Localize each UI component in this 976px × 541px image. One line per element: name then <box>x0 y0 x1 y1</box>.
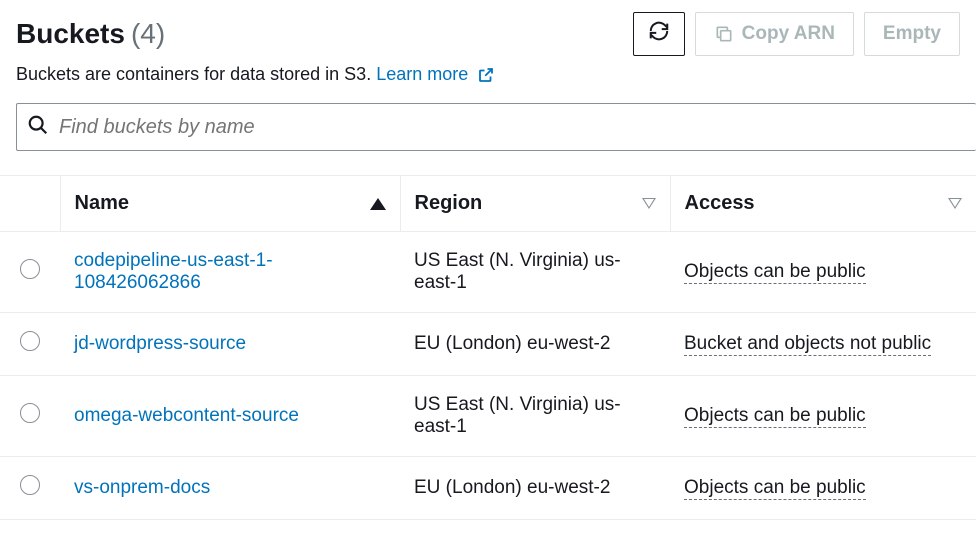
access-cell: Objects can be public <box>670 232 976 313</box>
row-radio[interactable] <box>20 475 40 495</box>
table-row: omega-webcontent-source US East (N. Virgi… <box>0 376 976 457</box>
row-radio[interactable] <box>20 259 40 279</box>
region-cell: US East (N. Virginia) us-east-1 <box>400 376 670 457</box>
access-cell: Bucket and objects not public <box>670 313 976 376</box>
access-cell: Objects can be public <box>670 457 976 520</box>
description: Buckets are containers for data stored i… <box>0 64 976 103</box>
region-cell: EU (London) eu-west-2 <box>400 313 670 376</box>
learn-more-link[interactable]: Learn more <box>376 64 495 84</box>
access-text[interactable]: Bucket and objects not public <box>684 333 931 356</box>
description-text: Buckets are containers for data stored i… <box>16 64 376 84</box>
bucket-name-link[interactable]: jd-wordpress-source <box>74 333 246 354</box>
bucket-count: (4) <box>131 18 165 50</box>
column-select <box>0 176 60 232</box>
copy-icon <box>714 24 734 44</box>
refresh-button[interactable] <box>633 12 685 56</box>
region-cell: EU (London) eu-west-2 <box>400 457 670 520</box>
external-link-icon <box>477 66 495 84</box>
empty-label: Empty <box>883 23 941 45</box>
region-cell: US East (N. Virginia) us-east-1 <box>400 232 670 313</box>
buckets-table: Name Region Access codepipeline-us-east-… <box>0 176 976 520</box>
row-radio[interactable] <box>20 331 40 351</box>
column-region[interactable]: Region <box>400 176 670 232</box>
table-row: jd-wordpress-source EU (London) eu-west-2… <box>0 313 976 376</box>
sort-icon <box>948 199 962 209</box>
table-row: codepipeline-us-east-1-108426062866 US Ea… <box>0 232 976 313</box>
search-icon <box>27 114 49 141</box>
access-text[interactable]: Objects can be public <box>684 261 866 284</box>
copy-arn-button[interactable]: Copy ARN <box>695 12 854 56</box>
table-row: vs-onprem-docs EU (London) eu-west-2 Objec… <box>0 457 976 520</box>
copy-arn-label: Copy ARN <box>742 23 835 45</box>
bucket-name-link[interactable]: vs-onprem-docs <box>74 477 210 498</box>
refresh-icon <box>648 20 670 48</box>
search-input[interactable] <box>59 116 966 139</box>
access-text[interactable]: Objects can be public <box>684 405 866 428</box>
title-text: Buckets <box>16 18 125 50</box>
sort-icon <box>642 199 656 209</box>
page-title: Buckets (4) <box>16 18 165 50</box>
empty-button[interactable]: Empty <box>864 12 960 56</box>
column-access[interactable]: Access <box>670 176 976 232</box>
access-cell: Objects can be public <box>670 376 976 457</box>
row-radio[interactable] <box>20 403 40 423</box>
access-text[interactable]: Objects can be public <box>684 477 866 500</box>
search-container <box>16 103 976 151</box>
column-name[interactable]: Name <box>60 176 400 232</box>
sort-asc-icon <box>370 198 386 210</box>
bucket-name-link[interactable]: omega-webcontent-source <box>74 405 299 426</box>
bucket-name-link[interactable]: codepipeline-us-east-1-108426062866 <box>74 250 273 293</box>
action-buttons: Copy ARN Empty <box>633 12 960 56</box>
